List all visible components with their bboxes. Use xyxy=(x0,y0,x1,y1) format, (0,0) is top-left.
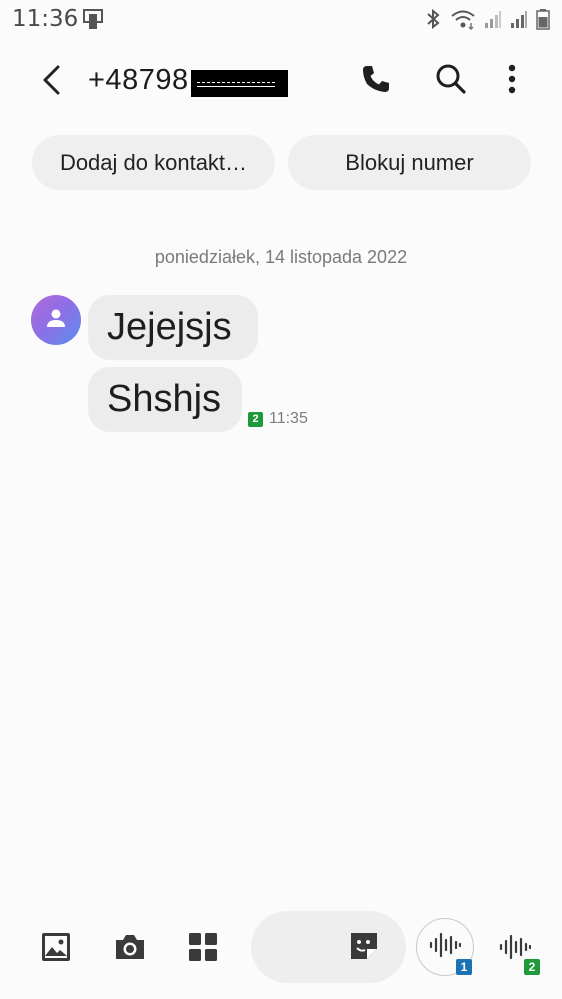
phone-icon xyxy=(360,63,392,100)
phone-mirror-icon xyxy=(82,8,104,30)
gallery-button[interactable] xyxy=(34,927,78,971)
status-icons xyxy=(424,6,550,32)
back-arrow-icon xyxy=(41,65,63,100)
gallery-icon xyxy=(41,932,71,967)
sim-badge: 2 xyxy=(248,411,263,427)
add-to-contacts-button[interactable]: Dodaj do kontakt… xyxy=(32,135,275,190)
back-button[interactable] xyxy=(32,60,72,104)
message-bubble[interactable]: Shshjs xyxy=(88,367,242,432)
battery-icon xyxy=(536,8,550,30)
avatar[interactable] xyxy=(31,295,81,345)
apps-grid-icon xyxy=(188,932,218,967)
call-button[interactable] xyxy=(354,59,398,103)
search-button[interactable] xyxy=(429,59,473,103)
voice-message-sim1-button[interactable]: 1 xyxy=(416,918,474,976)
apps-button[interactable] xyxy=(181,927,225,971)
message-bubble[interactable]: Jejejsjs xyxy=(88,295,258,360)
more-vertical-icon xyxy=(507,63,517,100)
voice-message-sim2-button[interactable]: 2 xyxy=(487,921,543,977)
message-time: 11:35 xyxy=(269,410,308,427)
wifi-icon xyxy=(450,8,476,30)
signal-2-icon xyxy=(510,9,528,29)
search-icon xyxy=(435,63,467,100)
person-icon xyxy=(45,307,67,334)
status-time: 11:36 xyxy=(12,6,79,32)
camera-button[interactable] xyxy=(108,927,152,971)
camera-icon xyxy=(114,932,146,967)
voice-wave-icon xyxy=(429,932,462,963)
message-meta: 2 11:35 xyxy=(248,410,308,428)
sticker-button[interactable] xyxy=(342,926,386,970)
redacted-number xyxy=(191,70,288,97)
bluetooth-icon xyxy=(424,8,442,30)
date-separator: poniedziałek, 14 listopada 2022 xyxy=(154,247,408,267)
sticker-icon xyxy=(348,930,380,967)
more-options-button[interactable] xyxy=(490,59,534,103)
signal-1-icon xyxy=(484,9,502,29)
conversation-title: +48798 xyxy=(88,64,189,96)
block-number-button[interactable]: Blokuj numer xyxy=(288,135,531,190)
sim2-badge: 2 xyxy=(524,959,540,975)
sim1-badge: 1 xyxy=(456,959,472,975)
